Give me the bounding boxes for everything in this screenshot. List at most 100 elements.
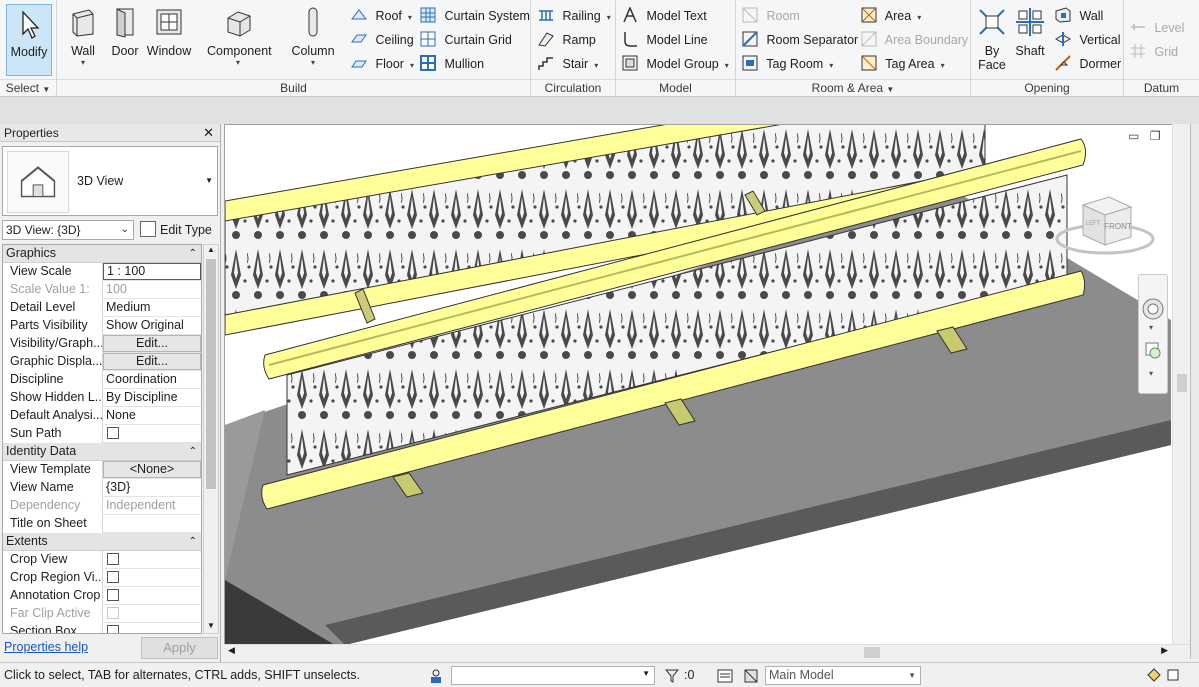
zoom-region-icon[interactable]: [1139, 337, 1167, 367]
checkbox[interactable]: [107, 625, 119, 633]
wall-opening-button[interactable]: Wall: [1055, 6, 1103, 26]
area-button[interactable]: Area ▾: [861, 6, 921, 26]
ramp-button[interactable]: Ramp: [538, 30, 596, 50]
scroll-left-icon[interactable]: ◀: [228, 645, 235, 656]
railing-button[interactable]: Railing ▾: [538, 6, 611, 26]
3d-viewport[interactable]: FRONT LEFT ▭ ❐ ✕: [224, 124, 1190, 659]
restore-icon[interactable]: ❐: [1150, 129, 1161, 143]
select-pinned-icon[interactable]: [1165, 667, 1181, 683]
opening-by-face-icon: [979, 9, 1005, 35]
property-value[interactable]: [103, 515, 201, 533]
property-value[interactable]: {3D}: [103, 479, 201, 497]
view-cube[interactable]: FRONT LEFT: [1055, 196, 1155, 255]
tag-area-button[interactable]: Tag Area ▾: [861, 54, 945, 74]
property-value[interactable]: By Discipline: [103, 389, 201, 407]
filter-icon[interactable]: [664, 668, 680, 684]
chevron-down-icon[interactable]: ▾: [1149, 369, 1153, 378]
by-face-button[interactable]: By Face: [971, 4, 1013, 74]
property-value[interactable]: None: [103, 407, 201, 425]
level-button[interactable]: Level: [1130, 18, 1184, 38]
property-value[interactable]: Medium: [103, 299, 201, 317]
roof-button[interactable]: Roof ▾: [351, 6, 412, 26]
column-button[interactable]: Column ▾: [289, 4, 337, 74]
window-button[interactable]: Window: [145, 4, 193, 74]
model-text-button[interactable]: Model Text: [622, 6, 707, 26]
property-value[interactable]: Coordination: [103, 371, 201, 389]
vertical-opening-button[interactable]: Vertical: [1055, 30, 1120, 50]
checkbox[interactable]: [107, 427, 119, 439]
property-edit-button[interactable]: Edit...: [103, 353, 201, 370]
property-group-header[interactable]: Extents ⌃: [3, 533, 201, 551]
room-separator-button[interactable]: Room Separator: [742, 30, 858, 50]
component-button[interactable]: Component ▾: [207, 4, 272, 74]
scroll-right-icon[interactable]: ▶: [1161, 645, 1168, 656]
apply-button[interactable]: Apply: [141, 637, 218, 659]
active-model-dropdown[interactable]: Main Model ▼: [765, 666, 921, 685]
properties-scrollbar[interactable]: ▲ ▼: [203, 244, 219, 634]
checkbox[interactable]: [107, 589, 119, 601]
scroll-down-icon[interactable]: ▼: [204, 621, 218, 633]
instance-filter-dropdown[interactable]: 3D View: {3D} ⌄: [2, 220, 134, 240]
curtain-grid-label: Curtain Grid: [444, 33, 512, 47]
property-edit-button[interactable]: <None>: [103, 461, 201, 478]
type-selector[interactable]: 3D View ▼: [2, 146, 218, 216]
curtain-grid-button[interactable]: Curtain Grid: [420, 30, 512, 50]
minimize-icon[interactable]: ▭: [1128, 129, 1139, 143]
property-checkbox-cell[interactable]: [103, 587, 201, 605]
floor-icon: [351, 60, 367, 68]
wall-opening-label: Wall: [1079, 9, 1104, 23]
tag-room-button[interactable]: Tag Room ▾: [742, 54, 833, 74]
dormer-label: Dormer: [1079, 57, 1122, 71]
model-group-button[interactable]: Model Group ▾: [622, 54, 729, 74]
property-checkbox-cell[interactable]: [103, 623, 201, 633]
property-checkbox-cell[interactable]: [103, 425, 201, 443]
dormer-button[interactable]: Dormer: [1055, 54, 1121, 74]
select-links-icon[interactable]: [1146, 667, 1162, 683]
collapse-icon[interactable]: ⌃: [189, 443, 197, 460]
options-bar: [0, 97, 1199, 124]
checkbox[interactable]: [107, 553, 119, 565]
property-group-header[interactable]: Graphics ⌃: [3, 245, 201, 263]
property-edit-button[interactable]: Edit...: [103, 335, 201, 352]
floor-button[interactable]: Floor ▾: [351, 54, 414, 74]
horizontal-scrollbar[interactable]: ◀ ▶: [224, 644, 1190, 659]
curtain-system-button[interactable]: Curtain System: [420, 6, 530, 26]
stair-button[interactable]: Stair ▾: [538, 54, 598, 74]
scroll-up-icon[interactable]: ▲: [204, 245, 218, 257]
editing-requests-icon[interactable]: [717, 668, 733, 684]
close-icon[interactable]: ✕: [203, 124, 214, 142]
collapse-icon[interactable]: ⌃: [189, 533, 197, 550]
properties-header[interactable]: Properties ✕: [0, 124, 220, 142]
property-name: Sun Path: [3, 425, 103, 443]
edit-type-button[interactable]: Edit Type: [140, 220, 212, 240]
scroll-thumb[interactable]: [864, 647, 880, 658]
room-button[interactable]: Room: [742, 6, 800, 26]
wall-button[interactable]: Wall ▾: [59, 4, 107, 74]
chevron-down-icon[interactable]: ▾: [1149, 323, 1153, 332]
vertical-scrollbar[interactable]: [1172, 124, 1190, 644]
grid-button[interactable]: Grid: [1130, 42, 1178, 62]
property-checkbox-cell[interactable]: [103, 551, 201, 569]
workset-dropdown[interactable]: ▼: [451, 666, 655, 685]
area-boundary-button[interactable]: Area Boundary: [861, 30, 968, 50]
collapse-icon[interactable]: ⌃: [189, 245, 197, 262]
select-panel-title[interactable]: Select ▼: [0, 79, 56, 96]
chevron-down-icon: ▾: [235, 58, 240, 67]
workset-icon[interactable]: [428, 668, 444, 684]
property-value[interactable]: 1 : 100: [103, 263, 201, 280]
properties-help-link[interactable]: Properties help: [4, 640, 88, 654]
checkbox[interactable]: [107, 571, 119, 583]
scroll-thumb[interactable]: [206, 259, 216, 489]
scroll-thumb[interactable]: [1177, 374, 1187, 392]
property-checkbox-cell[interactable]: [103, 569, 201, 587]
room-area-panel-title[interactable]: Room & Area ▼: [736, 79, 970, 96]
mullion-button[interactable]: Mullion: [420, 54, 484, 74]
modify-button[interactable]: Modify: [6, 4, 52, 76]
property-value[interactable]: Show Original: [103, 317, 201, 335]
ceiling-button[interactable]: Ceiling: [351, 30, 414, 50]
property-group-header[interactable]: Identity Data ⌃: [3, 443, 201, 461]
door-button[interactable]: Door: [101, 4, 149, 74]
shaft-button[interactable]: Shaft: [1009, 4, 1051, 74]
design-options-icon[interactable]: [743, 668, 759, 684]
model-line-button[interactable]: Model Line: [622, 30, 708, 50]
